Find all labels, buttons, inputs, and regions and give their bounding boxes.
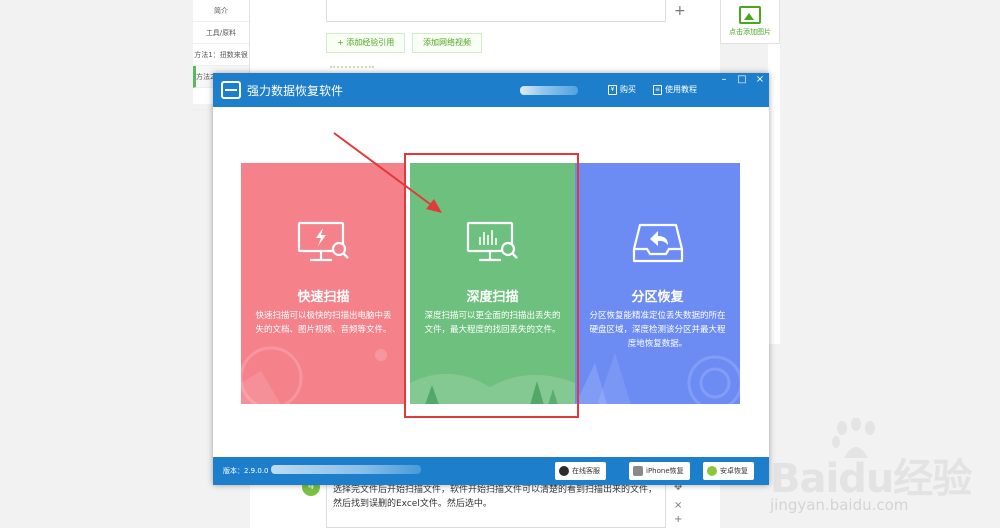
partition-recovery-card[interactable]: 分区恢复 分区恢复能精准定位丢失数据的所在硬盘区域，深度检测该分区并最大程度地恢… — [575, 163, 740, 404]
page-background-left — [0, 0, 193, 528]
step-text-box-previous[interactable] — [326, 0, 666, 22]
android-recover-label: 安卓恢复 — [720, 467, 748, 475]
delete-step-icon[interactable]: × — [674, 500, 682, 511]
baidu-url-text: jingyan.baidu.com — [770, 496, 909, 514]
deep-scan-card[interactable]: 深度扫描 深度扫描可以更全面的扫描出丢失的文件，最大程度的找回丢失的文件。 — [410, 163, 575, 404]
iphone-recover-button[interactable]: iPhone恢复 — [629, 462, 690, 480]
buy-link[interactable]: ¥ 购买 — [608, 84, 636, 95]
qq-penguin-icon — [559, 466, 569, 476]
minimize-button[interactable]: – — [715, 73, 733, 87]
outline-item-tools[interactable]: 工具/原料 — [193, 22, 249, 44]
window-statusbar: 版本：2.9.0.0 在线客服 iPhone恢复 安卓恢复 — [213, 457, 769, 485]
close-button[interactable]: × — [751, 73, 769, 87]
card-decoration — [410, 374, 575, 404]
quick-scan-card[interactable]: 快速扫描 快速扫描可以极快的扫描出电脑中丢失的文档、图片视频、音频等文件。 — [241, 163, 406, 404]
tutorial-link[interactable]: ≡ 使用教程 — [653, 84, 697, 95]
add-image-panel[interactable]: 点击添加图片 — [720, 0, 780, 44]
baidu-watermark: Baidu经验 jingyan.baidu.com — [770, 418, 1000, 528]
monitor-bolt-icon — [297, 221, 349, 262]
editor-right-margin — [768, 44, 780, 344]
android-icon — [707, 466, 717, 476]
card-decoration — [241, 346, 387, 404]
add-web-video-button[interactable]: 添加网络视频 — [412, 33, 482, 53]
mode-selection-area: 快速扫描 快速扫描可以极快的扫描出电脑中丢失的文档、图片视频、音频等文件。 深度… — [213, 107, 769, 457]
online-service-label: 在线客服 — [572, 467, 600, 475]
app-logo-icon — [221, 81, 241, 99]
add-step-icon[interactable]: + — [674, 3, 686, 19]
deep-scan-title: 深度扫描 — [466, 290, 519, 305]
android-recover-button[interactable]: 安卓恢复 — [703, 462, 754, 480]
quick-scan-description: 快速扫描可以极快的扫描出电脑中丢失的文档、图片视频、音频等文件。 — [255, 311, 392, 335]
outline-item-method1[interactable]: 方法1：扭数来很 — [193, 44, 249, 66]
blurred-version-info — [271, 465, 421, 474]
partition-recovery-description: 分区恢复能精准定位丢失数据的所在硬盘区域，深度检测该分区并最大程度地恢复数据。 — [589, 311, 726, 349]
iphone-icon — [633, 466, 643, 476]
quick-scan-title: 快速扫描 — [297, 290, 350, 305]
add-step-below-icon[interactable]: + — [674, 514, 682, 525]
step-text-box[interactable]: 选择完文件后开始扫描文件，软件开始扫描文件可以清楚的看到扫描出来的文件，然后找到… — [326, 480, 666, 528]
version-label: 版本：2.9.0.0 — [223, 467, 269, 475]
document-icon: ≡ — [653, 84, 662, 95]
window-titlebar[interactable]: 强力数据恢复软件 ¥ 购买 ≡ 使用教程 – □ × — [213, 73, 769, 107]
online-service-button[interactable]: 在线客服 — [555, 462, 606, 480]
baidu-brand-text: Baidu经验 — [770, 456, 972, 502]
buy-label: 购买 — [620, 85, 636, 94]
iphone-recover-label: iPhone恢复 — [646, 467, 684, 475]
tutorial-label: 使用教程 — [665, 85, 697, 94]
app-title: 强力数据恢复软件 — [247, 84, 344, 98]
add-experience-ref-button[interactable]: + 添加经验引用 — [326, 33, 406, 53]
baidu-paw-icon — [832, 418, 875, 458]
maximize-button[interactable]: □ — [733, 73, 751, 87]
add-image-icon — [739, 6, 761, 24]
blurred-account-info — [520, 86, 578, 95]
deep-scan-description: 深度扫描可以更全面的扫描出丢失的文件，最大程度的找回丢失的文件。 — [424, 311, 561, 335]
yen-icon: ¥ — [608, 84, 617, 95]
inbox-restore-icon — [632, 223, 683, 263]
monitor-chart-icon — [466, 221, 518, 262]
recovery-software-window: 强力数据恢复软件 ¥ 购买 ≡ 使用教程 – □ × 快速扫描 快速扫描可以极快… — [213, 73, 769, 485]
outline-item-intro[interactable]: 简介 — [193, 0, 249, 22]
partition-recovery-title: 分区恢复 — [631, 290, 684, 305]
add-image-label: 点击添加图片 — [729, 28, 771, 36]
